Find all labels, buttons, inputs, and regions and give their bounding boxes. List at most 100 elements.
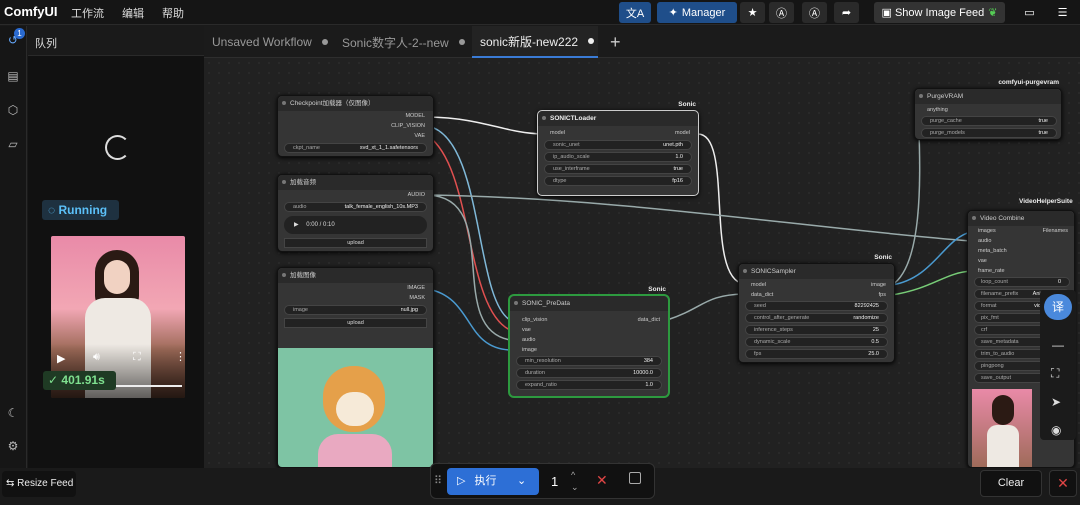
dynamic-scale-widget[interactable]: dynamic_scale 0.5 — [745, 337, 888, 347]
volume-icon[interactable]: 🔊︎ — [93, 351, 100, 364]
node-title[interactable]: PurgeVRAM — [915, 89, 1061, 104]
panel-toggle-button[interactable]: ▭ — [1017, 2, 1042, 23]
node-sonic-predata[interactable]: Sonic SONIC_PreData clip_vision vae audi… — [509, 286, 669, 397]
image-upload-button[interactable]: upload — [284, 318, 427, 328]
show-image-feed-button[interactable]: ▣ Show Image Feed ❦ — [874, 2, 1005, 23]
audio-play-icon[interactable]: ▶ — [294, 222, 299, 228]
use-interframe-toggle[interactable]: use_interframe true — [544, 164, 692, 174]
theme-moon-icon[interactable]: ☾ — [5, 405, 21, 421]
duration-widget[interactable]: duration 10000.0 — [516, 368, 662, 378]
node-sonic-loader[interactable]: Sonic SONICTLoader model model sonic_une… — [537, 101, 699, 196]
menu-help[interactable]: 帮助 — [162, 5, 184, 21]
workflow-canvas[interactable]: Checkpoint加载器（仅图像） MODEL CLIP_VISION VAE… — [204, 58, 1080, 468]
tab-unsaved-workflow[interactable]: Unsaved Workflow — [204, 26, 332, 58]
tab-sonic-new[interactable]: sonic新版-new222 — [472, 26, 598, 58]
inference-steps-widget[interactable]: inference_steps 25 — [745, 325, 888, 335]
eye-icon[interactable]: ◉ — [1051, 423, 1061, 437]
fullscreen-icon[interactable]: ⛶ — [133, 351, 141, 364]
cancel-x-icon[interactable]: ✕ — [596, 472, 608, 489]
manager-button[interactable]: ✦ Manager — [657, 2, 737, 23]
running-label: Running — [58, 203, 108, 217]
minus-icon[interactable]: — — [1052, 338, 1064, 352]
widget-label: dtype — [553, 178, 567, 184]
share-icon: ➦ — [841, 7, 852, 19]
image-widget[interactable]: image null.jpg — [284, 305, 427, 315]
node-title[interactable]: Checkpoint加载器（仅图像） — [278, 96, 433, 111]
widget-value: 0 — [1057, 279, 1061, 285]
purge-models-toggle[interactable]: purge_models true — [921, 128, 1057, 138]
node-title[interactable]: Video Combine — [968, 211, 1074, 226]
audio-widget[interactable]: audio talk_female_english_10s.MP3 — [284, 202, 427, 212]
new-tab-button[interactable]: + — [602, 26, 632, 58]
purge-cache-toggle[interactable]: purge_cache true — [921, 116, 1057, 126]
audio-player[interactable]: ▶ 0:00 / 0:10 — [284, 216, 427, 234]
seed-widget[interactable]: seed 82292425 — [745, 301, 888, 311]
node-checkpoint-loader[interactable]: Checkpoint加载器（仅图像） MODEL CLIP_VISION VAE… — [277, 95, 434, 157]
ckpt-name-widget[interactable]: ckpt_name svd_xt_1_1.safetensors — [284, 143, 427, 153]
hamburger-button[interactable]: ☰ — [1050, 2, 1075, 23]
stop-square-icon[interactable] — [629, 472, 641, 484]
tab-unsaved-dot-icon[interactable] — [458, 39, 465, 45]
loop-count-widget[interactable]: loop_count 0 — [974, 277, 1070, 287]
port-anything-in: anything — [927, 107, 948, 113]
node-load-audio[interactable]: 加载音频 AUDIO audio talk_female_english_10s… — [277, 174, 434, 252]
widget-label: min_resolution — [525, 358, 561, 364]
control-after-generate-widget[interactable]: control_after_generate randomize — [745, 313, 888, 323]
settings-gear-icon[interactable]: ⚙ — [5, 438, 21, 454]
expand-ratio-widget[interactable]: expand_ratio 1.0 — [516, 380, 662, 390]
send-icon[interactable]: ➤ — [1051, 395, 1061, 409]
run-dropdown-icon[interactable]: ⌄ — [517, 468, 526, 495]
tab-unsaved-dot-icon[interactable] — [588, 38, 595, 44]
widget-label: loop_count — [981, 279, 1008, 285]
queue-header: 队列 — [28, 26, 204, 56]
node-title[interactable]: SONICTLoader — [538, 111, 698, 126]
tab-unsaved-dot-icon[interactable] — [321, 39, 328, 45]
star-button[interactable]: ★ — [740, 2, 765, 23]
drag-handle-icon[interactable]: ⠿ — [434, 474, 442, 487]
close-feed-button[interactable]: ✕ — [1049, 470, 1077, 497]
workflows-folder-icon[interactable]: ▱ — [5, 136, 21, 152]
share-button[interactable]: ➦ — [834, 2, 859, 23]
more-options-icon[interactable]: ⋮ — [175, 350, 185, 363]
node-title[interactable]: SONICSampler — [739, 264, 894, 279]
translate-float-button[interactable]: 译 — [1044, 294, 1072, 320]
port-out-model: model — [675, 130, 690, 136]
a-button-2[interactable]: Ⓐ — [802, 2, 827, 23]
widget-label: image — [293, 307, 308, 313]
node-load-image[interactable]: 加载图像 IMAGE MASK image null.jpg upload — [277, 267, 434, 468]
clear-button[interactable]: Clear — [980, 470, 1042, 497]
batch-count-stepper[interactable]: 1 ^ ⌄ — [543, 468, 587, 495]
audio-upload-button[interactable]: upload — [284, 238, 427, 248]
dtype-widget[interactable]: dtype fp16 — [544, 176, 692, 186]
output-video-thumbnail — [972, 389, 1032, 467]
fps-widget[interactable]: fps 25.0 — [745, 349, 888, 359]
node-purge-vram[interactable]: comfyui-purgevram PurgeVRAM anything pur… — [914, 79, 1062, 140]
chevron-down-icon[interactable]: ⌄ — [571, 474, 579, 501]
queue-count-badge: 1 — [14, 28, 25, 39]
a-button-1[interactable]: Ⓐ — [769, 2, 794, 23]
fit-view-icon[interactable]: ⛶ — [1051, 366, 1059, 381]
resize-feed-button[interactable]: ⇆ Resize Feed — [2, 471, 76, 497]
node-badge: Sonic — [678, 101, 696, 108]
port-vae-in: vae — [522, 327, 531, 333]
widget-label: trim_to_audio — [981, 351, 1015, 357]
node-sonic-sampler[interactable]: Sonic SONICSampler model data_dict image… — [738, 254, 895, 363]
node-library-icon[interactable]: ▤ — [5, 68, 21, 84]
menu-edit[interactable]: 编辑 — [122, 5, 144, 21]
widget-label: use_interframe — [553, 166, 590, 172]
node-title[interactable]: 加载图像 — [278, 268, 433, 283]
node-title[interactable]: 加载音频 — [278, 175, 433, 190]
sonic-unet-widget[interactable]: sonic_unet unet.pth — [544, 140, 692, 150]
tab-sonic-digital-human[interactable]: Sonic数字人-2--new — [334, 26, 470, 58]
menu-workflow[interactable]: 工作流 — [71, 5, 104, 21]
translate-button[interactable]: 文A — [619, 2, 651, 23]
node-title[interactable]: SONIC_PreData — [510, 296, 668, 311]
min-resolution-widget[interactable]: min_resolution 384 — [516, 356, 662, 366]
tab-label: sonic新版-new222 — [480, 34, 579, 49]
port-vae-in: vae — [978, 258, 987, 264]
play-icon[interactable]: ▶ — [57, 352, 65, 365]
ip-audio-scale-widget[interactable]: ip_audio_scale 1.0 — [544, 152, 692, 162]
widget-label: save_metadata — [981, 339, 1019, 345]
model-library-icon[interactable]: ⬡ — [5, 102, 21, 118]
run-button[interactable]: ▷ 执行 ⌄ — [447, 468, 539, 495]
